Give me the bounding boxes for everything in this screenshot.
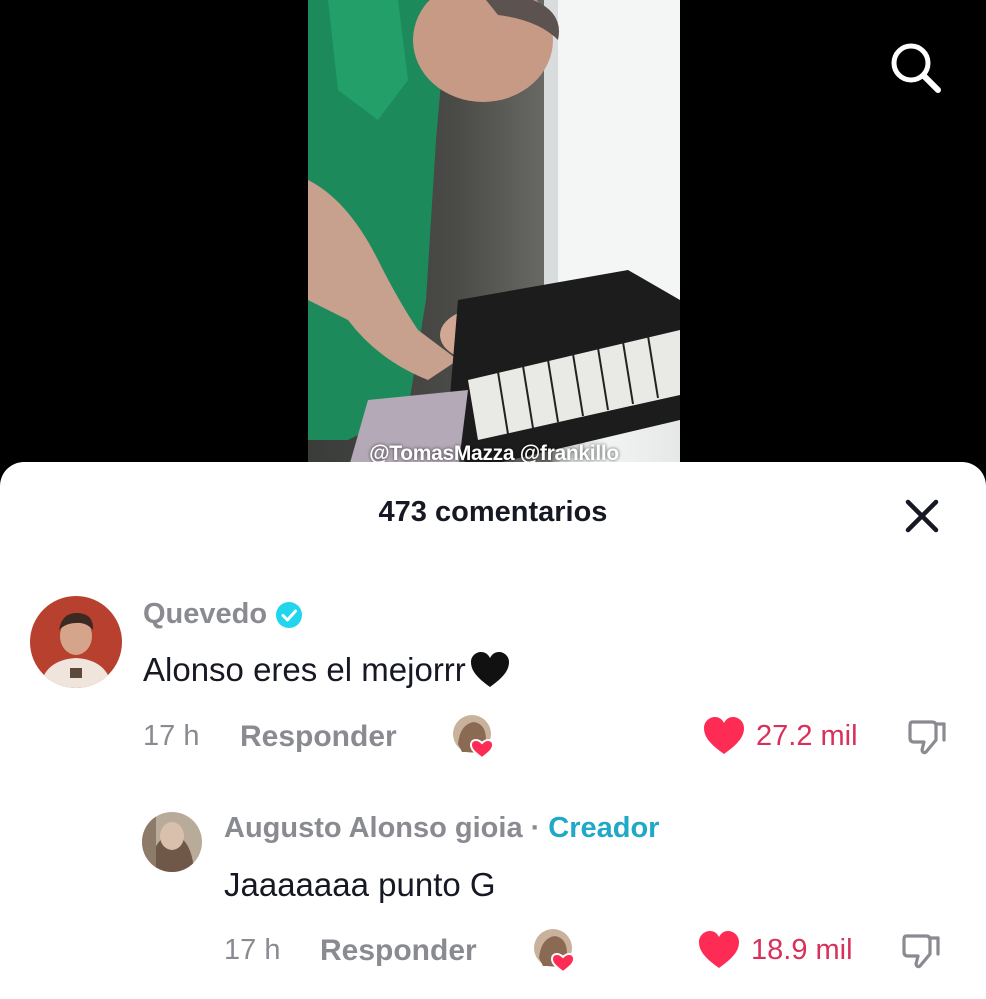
creator-liked-icon bbox=[534, 929, 576, 974]
username-text: Quevedo bbox=[143, 598, 268, 630]
like-count: 27.2 mil bbox=[756, 719, 858, 752]
separator-dot: · bbox=[530, 812, 541, 844]
reply-button[interactable]: Responder bbox=[240, 720, 397, 754]
comment-username[interactable]: Quevedo bbox=[143, 598, 303, 631]
comments-sheet: 473 comentarios Quevedo Alonso eres el m… bbox=[0, 462, 986, 999]
video-player[interactable]: @TomasMazza @frankillo bbox=[0, 0, 986, 470]
search-button[interactable] bbox=[886, 38, 946, 98]
comment-body: Alonso eres el mejorrr bbox=[143, 651, 466, 688]
heart-icon bbox=[704, 717, 744, 754]
comment-item: Quevedo Alonso eres el mejorrr 17 h Resp… bbox=[0, 592, 986, 782]
heart-icon bbox=[699, 931, 739, 968]
comment-username[interactable]: Augusto Alonso gioia · Creador bbox=[224, 812, 659, 845]
like-button[interactable]: 18.9 mil bbox=[697, 930, 853, 970]
black-heart-emoji-icon bbox=[470, 652, 509, 687]
comment-timestamp: 17 h bbox=[143, 720, 200, 752]
comments-count-title: 473 comentarios bbox=[378, 496, 608, 528]
comment-text: Alonso eres el mejorrr bbox=[143, 650, 512, 690]
avatar[interactable] bbox=[142, 812, 202, 872]
creator-liked-icon bbox=[453, 715, 495, 760]
like-button[interactable]: 27.2 mil bbox=[702, 716, 858, 756]
creator-avatar-image bbox=[142, 812, 202, 872]
username-text: Augusto Alonso gioia bbox=[224, 812, 523, 844]
close-icon bbox=[905, 499, 939, 533]
reply-comment-item: Augusto Alonso gioia · Creador Jaaaaaaa … bbox=[0, 806, 986, 999]
verified-badge-icon bbox=[276, 601, 303, 628]
creator-badge: Creador bbox=[548, 812, 660, 844]
like-count: 18.9 mil bbox=[751, 933, 853, 966]
avatar[interactable] bbox=[30, 596, 122, 688]
comment-timestamp: 17 h bbox=[224, 934, 281, 966]
comment-body: Jaaaaaaa punto G bbox=[224, 866, 496, 903]
search-icon bbox=[891, 43, 941, 93]
thumbs-down-icon[interactable] bbox=[900, 930, 942, 972]
thumbs-down-icon[interactable] bbox=[906, 716, 948, 758]
close-comments-button[interactable] bbox=[898, 492, 946, 540]
comment-text: Jaaaaaaa punto G bbox=[224, 866, 496, 904]
user-avatar-image bbox=[30, 596, 122, 688]
video-scene-image bbox=[308, 0, 680, 470]
reply-button[interactable]: Responder bbox=[320, 934, 477, 968]
video-frame bbox=[308, 0, 680, 470]
